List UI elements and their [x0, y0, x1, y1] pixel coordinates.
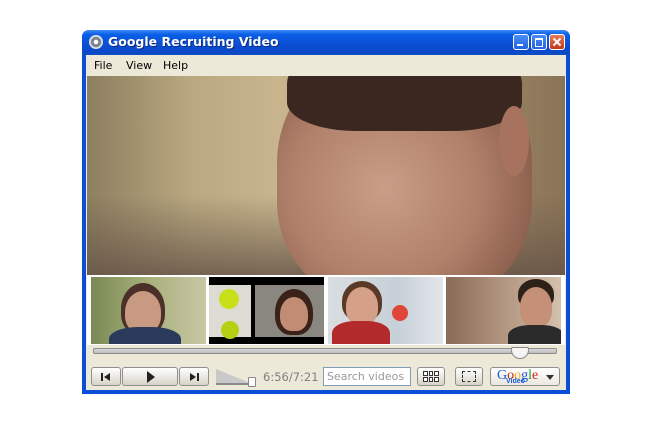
volume-slider[interactable]	[216, 365, 256, 387]
thumb-shoulders	[109, 327, 181, 344]
previous-button[interactable]	[91, 367, 121, 386]
search-input[interactable]	[323, 367, 411, 386]
thumbnail-3[interactable]	[328, 277, 443, 344]
time-display: 6:56/7:21	[263, 370, 319, 384]
google-video-menu-button[interactable]: Google Video	[490, 367, 560, 386]
tennis-ball-top	[219, 289, 239, 309]
player-window: Google Recruiting Video File View Help 6…	[82, 30, 570, 394]
title-bar[interactable]: Google Recruiting Video	[82, 30, 570, 55]
controls-panel: 6:56/7:21 Google Video	[86, 345, 566, 390]
next-button[interactable]	[179, 367, 209, 386]
menu-help[interactable]: Help	[163, 59, 188, 72]
video-frame[interactable]	[87, 76, 565, 275]
red-ball	[392, 305, 408, 321]
client-area: File View Help 6:56/7:21 Search videos G…	[86, 55, 566, 390]
menu-file[interactable]: File	[94, 59, 112, 72]
menu-bar: File View Help	[86, 55, 566, 76]
chevron-down-icon	[546, 375, 554, 380]
volume-track	[216, 369, 250, 385]
menu-view[interactable]: View	[126, 59, 152, 72]
window-title: Google Recruiting Video	[108, 34, 279, 49]
thumb-face	[346, 287, 378, 325]
thumb-face	[280, 297, 308, 331]
play-button[interactable]	[122, 367, 178, 386]
disc-icon	[89, 35, 103, 49]
thumbnail-strip	[87, 275, 565, 345]
thumbnail-1[interactable]	[91, 277, 206, 344]
thumbnail-2[interactable]	[209, 277, 324, 344]
grid-view-icon	[423, 371, 439, 382]
fullscreen-icon	[462, 371, 476, 382]
close-button[interactable]	[549, 34, 565, 50]
seek-bar[interactable]	[93, 347, 557, 359]
thumb-shoulders	[508, 325, 561, 344]
maximize-button[interactable]	[531, 34, 547, 50]
video-sublabel: Video	[506, 378, 525, 385]
minimize-button[interactable]	[513, 34, 529, 50]
play-icon	[147, 370, 155, 383]
seek-handle[interactable]	[511, 347, 529, 359]
grid-view-button[interactable]	[417, 367, 445, 386]
skip-back-icon	[101, 372, 111, 381]
thumbnail-4[interactable]	[446, 277, 561, 344]
skip-forward-icon	[189, 372, 199, 381]
thumb-face	[520, 287, 552, 327]
fullscreen-button[interactable]	[455, 367, 483, 386]
volume-handle[interactable]	[248, 377, 256, 387]
tennis-ball-bottom	[221, 321, 239, 339]
speaker-ear	[499, 106, 529, 176]
thumb-shoulders	[332, 321, 390, 344]
speaker-hair	[287, 76, 522, 131]
